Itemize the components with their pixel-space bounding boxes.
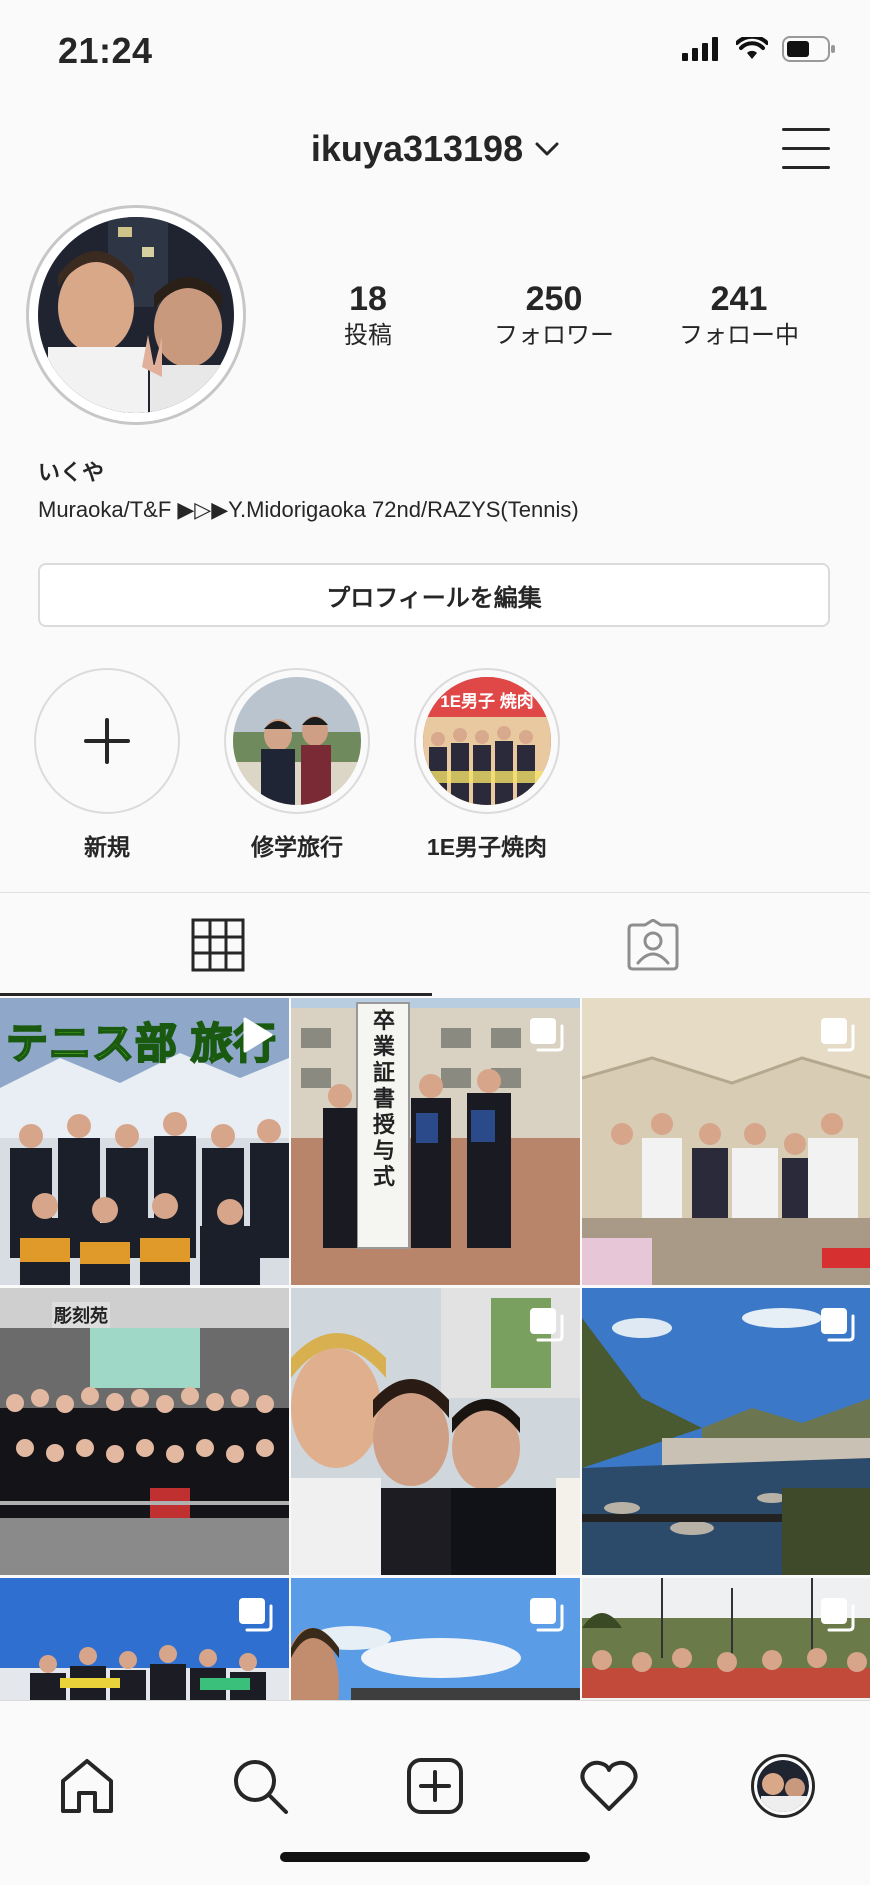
video-icon [243,1017,273,1053]
grid-icon [191,918,244,972]
followers-count-label: フォロワー [494,322,614,349]
posts-count-label: 投稿 [344,322,392,349]
chevron-down-icon [535,142,559,156]
battery-icon [782,36,835,62]
status-time: 21:24 [58,30,153,71]
avatar-photo [38,217,234,413]
followers-count-value: 250 [525,280,583,318]
post-thumbnail[interactable]: 卒業証書授与式 [291,998,580,1285]
nav-profile[interactable] [748,1751,818,1821]
followers-count[interactable]: 250 フォロワー [464,280,644,352]
post-thumbnail[interactable]: 彫刻苑 [0,1288,289,1575]
highlight-new[interactable]: 新規 [32,668,182,862]
tab-grid[interactable] [0,895,435,995]
post-photo [0,1288,289,1575]
display-name: いくや [38,460,105,485]
profile-avatar[interactable] [26,205,246,425]
account-switcher[interactable]: ikuya313198 [0,128,870,170]
active-tab-indicator [0,993,432,996]
status-icons [682,36,836,62]
following-count[interactable]: 241 フォロー中 [649,280,829,352]
highlight-label: 修学旅行 [251,834,343,860]
post-thumbnail[interactable] [291,1288,580,1575]
nav-home[interactable] [52,1751,122,1821]
highlight-cover-text: 1E男子 焼肉 [440,692,534,711]
highlight-label: 1E男子焼肉 [426,834,548,860]
highlight-label: 新規 [84,834,130,860]
carousel-icon [530,1308,564,1342]
posts-count[interactable]: 18 投稿 [278,280,458,352]
edit-profile-button[interactable]: プロフィールを編集 [38,563,830,627]
home-indicator [280,1852,590,1862]
wifi-icon [736,37,768,59]
highlight-1e-yakiniku[interactable]: 1E男子 焼肉 1E男子焼肉 [412,668,562,862]
username: ikuya313198 [310,128,524,169]
heart-icon [580,1760,638,1811]
carousel-icon [239,1598,273,1632]
signal-icon [682,37,718,61]
tabs-divider [0,892,870,893]
post-overlay-text: 卒業証書授与式 [372,1008,395,1189]
home-icon [61,1759,113,1813]
highlight-cover [233,677,361,805]
new-post-icon [407,1758,463,1814]
following-count-label: フォロー中 [679,322,799,349]
nav-search[interactable] [225,1751,295,1821]
post-thumbnail[interactable] [582,998,870,1285]
menu-icon[interactable] [782,128,830,172]
plus-icon [84,718,130,764]
bio-text: Muraoka/T&F ▶▷▶Y.Midorigaoka 72nd/RAZYS(… [38,497,579,522]
carousel-icon [821,1308,855,1342]
tagged-person-icon [627,919,678,971]
post-thumbnail[interactable] [582,1288,870,1575]
posts-count-value: 18 [349,280,387,318]
highlight-school-trip[interactable]: 修学旅行 [222,668,372,862]
carousel-icon [821,1018,855,1052]
post-overlay-text: 彫刻苑 [52,1302,110,1328]
nav-new-post[interactable] [400,1751,470,1821]
tab-tagged[interactable] [435,895,870,995]
carousel-icon [821,1598,855,1632]
carousel-icon [530,1598,564,1632]
post-thumbnail[interactable]: テニス部 旅行 [0,998,289,1285]
search-icon [234,1760,288,1814]
following-count-value: 241 [710,280,768,318]
nav-activity[interactable] [574,1751,644,1821]
carousel-icon [530,1018,564,1052]
profile-avatar [751,1754,815,1818]
